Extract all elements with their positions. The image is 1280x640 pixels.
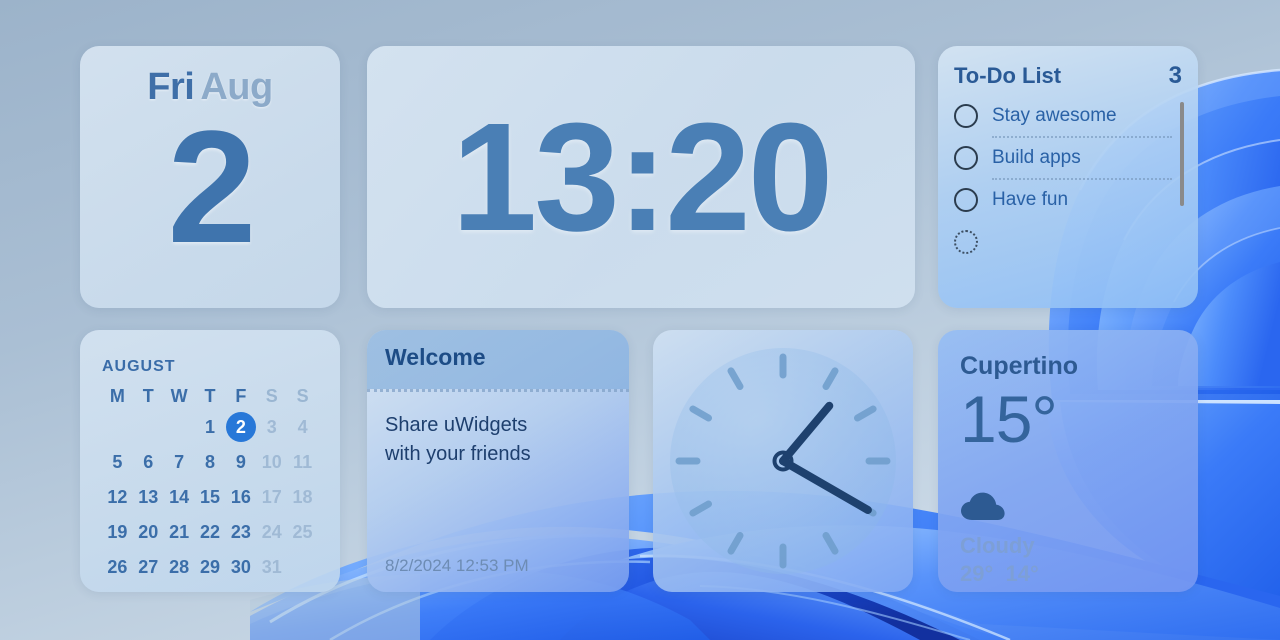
- note-title: Welcome: [385, 344, 486, 370]
- calendar-widget[interactable]: AUGUST MTWTFSS 1 2 3 4 5 6 7 8 9 10 11 12 13 14 15 16 17…: [80, 330, 340, 592]
- calendar-day[interactable]: 28: [164, 550, 195, 584]
- calendar-day[interactable]: 17: [256, 480, 287, 514]
- note-body-line1: Share uWidgets: [385, 414, 528, 436]
- calendar-day[interactable]: 12: [102, 480, 133, 514]
- calendar-day[interactable]: 1: [195, 410, 226, 444]
- digital-clock-widget[interactable]: 13:20: [367, 46, 915, 308]
- calendar-day[interactable]: 13: [133, 480, 164, 514]
- weather-icon-wrap: [960, 492, 1176, 527]
- digital-clock-time: 13:20: [451, 91, 834, 263]
- todo-header: To-Do List 3: [954, 62, 1182, 90]
- weather-temperature: 15°: [960, 382, 1058, 456]
- todo-scrollbar[interactable]: [1180, 102, 1184, 206]
- weather-low: 14°: [1005, 561, 1039, 587]
- calendar-day[interactable]: 26: [102, 550, 133, 584]
- calendar-day[interactable]: 31: [256, 550, 287, 584]
- calendar-day[interactable]: 8: [195, 445, 226, 479]
- todo-items: Stay awesome Build apps Have fun: [954, 96, 1184, 254]
- desktop: Fri Aug 2 13:20 To-Do List 3 Stay awesome: [0, 0, 1280, 640]
- calendar-day[interactable]: 15: [195, 480, 226, 514]
- todo-item-label: Build apps: [992, 147, 1081, 168]
- calendar-day[interactable]: 18: [287, 480, 318, 514]
- weather-city: Cupertino: [960, 352, 1079, 380]
- calendar-weekday: F: [235, 386, 247, 406]
- calendar-day[interactable]: 10: [256, 445, 287, 479]
- weather-high-low: 29° 14°: [960, 561, 1176, 587]
- calendar-day[interactable]: 2: [225, 410, 256, 444]
- cloud-icon: [961, 492, 1005, 521]
- checkbox-circle-icon[interactable]: [954, 104, 978, 128]
- calendar-day[interactable]: 29: [195, 550, 226, 584]
- checkbox-circle-icon[interactable]: [954, 188, 978, 212]
- todo-item[interactable]: Have fun: [954, 180, 1182, 220]
- calendar-weekday: S: [265, 386, 278, 406]
- analog-clock-widget[interactable]: [653, 330, 913, 592]
- date-widget[interactable]: Fri Aug 2: [80, 46, 340, 308]
- calendar-day[interactable]: 27: [133, 550, 164, 584]
- calendar-day-empty: [133, 410, 164, 444]
- calendar-weekday: T: [142, 386, 154, 406]
- add-task-circle-icon[interactable]: [954, 230, 978, 254]
- analog-clock-face: [670, 348, 896, 574]
- calendar-weekday: M: [109, 386, 125, 406]
- note-header: Welcome: [367, 330, 629, 389]
- welcome-note-widget[interactable]: Welcome Share uWidgets with your friends…: [367, 330, 629, 592]
- note-body: Share uWidgets with your friends: [367, 392, 629, 469]
- todo-item[interactable]: Build apps: [954, 138, 1182, 178]
- calendar-day[interactable]: 22: [195, 515, 226, 549]
- calendar-weekday-row: MTWTFSS: [102, 382, 318, 410]
- calendar-day-empty: [102, 410, 133, 444]
- calendar-day[interactable]: 21: [164, 515, 195, 549]
- calendar-weekday: S: [296, 386, 309, 406]
- calendar-weekday: W: [170, 386, 188, 406]
- calendar-day[interactable]: 6: [133, 445, 164, 479]
- calendar-day[interactable]: 3: [256, 410, 287, 444]
- todo-item-label: Have fun: [992, 189, 1069, 210]
- calendar-day[interactable]: 19: [102, 515, 133, 549]
- weather-high: 29°: [960, 561, 994, 587]
- calendar-day[interactable]: 16: [225, 480, 256, 514]
- todo-title: To-Do List: [954, 63, 1062, 88]
- calendar-month-label: AUGUST: [102, 358, 176, 375]
- checkbox-circle-icon[interactable]: [954, 146, 978, 170]
- calendar-day[interactable]: 23: [225, 515, 256, 549]
- calendar-day-empty: [164, 410, 195, 444]
- calendar-day[interactable]: 24: [256, 515, 287, 549]
- todo-item[interactable]: Stay awesome: [954, 96, 1182, 136]
- calendar-weekday: T: [204, 386, 216, 406]
- calendar-day[interactable]: 11: [287, 445, 318, 479]
- todo-item-label: Stay awesome: [992, 105, 1117, 126]
- calendar-days-grid[interactable]: 1 2 3 4 5 6 7 8 9 10 11 12 13 14 15 16 17 18 19 20 21 22 23 24 2…: [102, 410, 318, 584]
- calendar-day[interactable]: 30: [225, 550, 256, 584]
- calendar-day-empty: [287, 550, 318, 584]
- todo-count-badge: 3: [1168, 62, 1182, 89]
- widget-grid: Fri Aug 2 13:20 To-Do List 3 Stay awesome: [0, 0, 1280, 640]
- date-day-number: 2: [167, 96, 257, 276]
- calendar-day[interactable]: 20: [133, 515, 164, 549]
- weather-widget[interactable]: Cupertino 15° Cloudy 29° 14°: [938, 330, 1198, 592]
- calendar-day[interactable]: 25: [287, 515, 318, 549]
- note-body-line2: with your friends: [385, 443, 531, 465]
- todo-list-widget[interactable]: To-Do List 3 Stay awesome Build apps Hav…: [938, 46, 1198, 308]
- calendar-day[interactable]: 5: [102, 445, 133, 479]
- weather-condition: Cloudy: [960, 533, 1035, 559]
- calendar-day[interactable]: 7: [164, 445, 195, 479]
- calendar-day[interactable]: 4: [287, 410, 318, 444]
- note-timestamp: 8/2/2024 12:53 PM: [385, 556, 529, 575]
- calendar-day[interactable]: 14: [164, 480, 195, 514]
- calendar-day[interactable]: 9: [225, 445, 256, 479]
